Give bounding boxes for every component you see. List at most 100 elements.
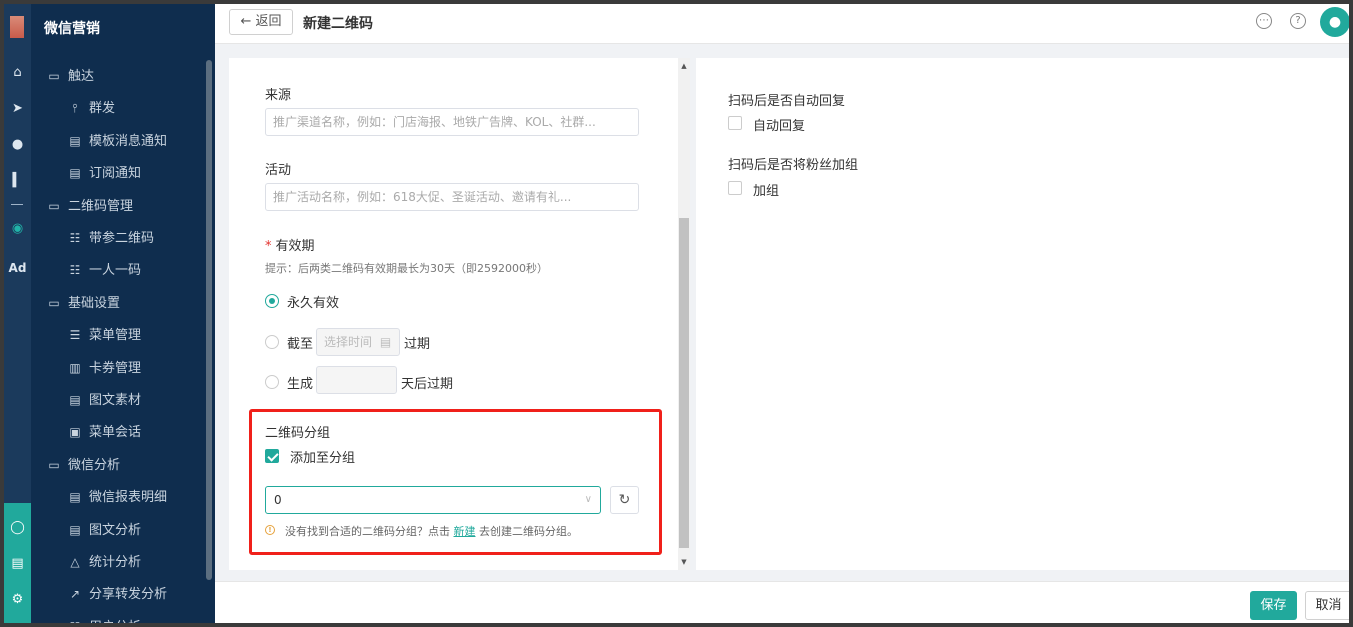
document-icon: ▤ bbox=[69, 490, 81, 504]
sidebar-item-label: 微信分析 bbox=[68, 458, 121, 473]
sidebar-item[interactable]: ▤ 模板消息通知 bbox=[31, 127, 201, 155]
sidebar-item-label: 基础设置 bbox=[68, 296, 121, 311]
sidebar-item-label: 群发 bbox=[89, 101, 116, 116]
sidebar-item-label: 模板消息通知 bbox=[89, 134, 168, 149]
radio-generate-label: 生成 bbox=[287, 377, 314, 392]
folder-icon: ▭ bbox=[48, 458, 60, 472]
icon-rail: ⌂ ➤ ● ▍ ◉ Ad ◯ ▤ ⚙ bbox=[4, 4, 31, 623]
server-icon[interactable]: ▤ bbox=[4, 555, 31, 573]
add-group-checkbox[interactable] bbox=[728, 181, 742, 195]
add-group-title: 扫码后是否将粉丝加组 bbox=[728, 158, 859, 173]
service-icon[interactable]: ◯ bbox=[4, 519, 31, 537]
wechat-icon[interactable]: ◉ bbox=[4, 220, 31, 238]
required-mark: * bbox=[265, 239, 272, 254]
until-date-placeholder: 选择时间 bbox=[324, 335, 373, 349]
folder-icon: ▭ bbox=[48, 69, 60, 83]
app-logo bbox=[10, 16, 24, 38]
sidebar-item[interactable]: ▤ 订阅通知 bbox=[31, 159, 201, 187]
sidebar-scrollbar[interactable] bbox=[206, 60, 212, 580]
sidebar-item[interactable]: ☰ 菜单管理 bbox=[31, 321, 201, 349]
auto-reply-title: 扫码后是否自动回复 bbox=[728, 94, 846, 109]
home-icon[interactable]: ⌂ bbox=[4, 64, 31, 82]
qrcode-icon: ☷ bbox=[69, 231, 81, 245]
sidebar-item-label: 卡券管理 bbox=[89, 361, 142, 376]
sidebar-item[interactable]: ☷ 一人一码 bbox=[31, 256, 201, 284]
sidebar-item[interactable]: ▭ 触达 bbox=[31, 62, 201, 90]
sidebar-item[interactable]: ☷ 带参二维码 bbox=[31, 224, 201, 252]
template-icon: ▤ bbox=[69, 134, 81, 148]
folder-icon: ▭ bbox=[48, 296, 60, 310]
sidebar-item-label: 菜单管理 bbox=[89, 328, 142, 343]
radio-until[interactable] bbox=[265, 335, 279, 349]
back-button[interactable]: ← 返回 bbox=[229, 9, 293, 35]
rail-divider bbox=[11, 204, 23, 205]
help-icon[interactable]: ? bbox=[1290, 13, 1306, 29]
settings-icon[interactable]: ⚙ bbox=[4, 591, 31, 609]
sidebar-item[interactable]: ☷ 用户分析 bbox=[31, 613, 201, 623]
document-icon: ▤ bbox=[69, 393, 81, 407]
coupon-icon: ▥ bbox=[69, 361, 81, 375]
radio-until-label: 截至 bbox=[287, 337, 314, 352]
sidebar-item[interactable]: ▤ 图文分析 bbox=[31, 516, 201, 544]
sidebar-item-label: 图文分析 bbox=[89, 523, 142, 538]
sidebar-item-label: 统计分析 bbox=[89, 555, 142, 570]
add-group-label: 加组 bbox=[753, 184, 780, 199]
ad-icon[interactable]: Ad bbox=[4, 259, 31, 277]
sidebar-item[interactable]: ▤ 微信报表明细 bbox=[31, 483, 201, 511]
back-label: 返回 bbox=[255, 14, 282, 29]
form-scrollbar[interactable]: ▲ ▼ bbox=[678, 58, 690, 570]
sidebar-item-label: 订阅通知 bbox=[89, 166, 142, 181]
radio-generate[interactable] bbox=[265, 375, 279, 389]
sidebar-item-label: 菜单会话 bbox=[89, 425, 142, 440]
brand-title: 微信营销 bbox=[44, 21, 100, 37]
qrcode-icon: ☷ bbox=[69, 263, 81, 277]
until-suffix: 过期 bbox=[404, 337, 431, 352]
send-icon[interactable]: ➤ bbox=[4, 100, 31, 118]
scroll-down-arrow[interactable]: ▼ bbox=[678, 558, 690, 566]
user-analysis-icon: ☷ bbox=[67, 613, 83, 623]
document-icon: ▤ bbox=[69, 523, 81, 537]
source-label: 来源 bbox=[265, 88, 292, 103]
sidebar-item[interactable]: ▤ 图文素材 bbox=[31, 386, 201, 414]
sidebar-item-label: 二维码管理 bbox=[68, 199, 134, 214]
sidebar-item[interactable]: ▣ 菜单会话 bbox=[31, 418, 201, 446]
avatar[interactable]: ● bbox=[1320, 7, 1349, 37]
scroll-up-arrow[interactable]: ▲ bbox=[678, 62, 690, 70]
sidebar-item[interactable]: ▭ 二维码管理 bbox=[31, 192, 201, 220]
sidebar-item-label: 带参二维码 bbox=[89, 231, 155, 246]
save-button[interactable]: 保存 bbox=[1250, 591, 1297, 620]
form-panel-right: 扫码后是否自动回复 自动回复 扫码后是否将粉丝加组 加组 bbox=[696, 58, 1349, 570]
source-input[interactable]: 推广渠道名称，例如：门店海报、地铁广告牌、KOL、社群... bbox=[265, 108, 639, 136]
scroll-thumb[interactable] bbox=[679, 218, 689, 548]
calendar-icon: ▤ bbox=[379, 335, 392, 349]
radio-forever[interactable] bbox=[265, 294, 279, 308]
stats-icon: △ bbox=[70, 555, 80, 569]
sidebar-item[interactable]: ▭ 基础设置 bbox=[31, 289, 201, 317]
chat-icon: ▣ bbox=[69, 425, 81, 439]
sidebar-item[interactable]: △ 统计分析 bbox=[31, 548, 201, 576]
sidebar-item-label: 分享转发分析 bbox=[89, 587, 168, 602]
generate-suffix: 天后过期 bbox=[401, 377, 454, 392]
sidebar-item[interactable]: ⫯ 群发 bbox=[31, 94, 201, 122]
form-panel-left: 来源 推广渠道名称，例如：门店海报、地铁广告牌、KOL、社群... 活动 推广活… bbox=[229, 58, 678, 570]
sidebar-item[interactable]: ▭ 微信分析 bbox=[31, 451, 201, 479]
activity-input[interactable]: 推广活动名称，例如：618大促、圣诞活动、邀请有礼... bbox=[265, 183, 639, 211]
sidebar-item[interactable]: ↗ 分享转发分析 bbox=[31, 580, 201, 608]
sidebar-item-label: 微信报表明细 bbox=[89, 490, 168, 505]
validity-hint: 提示：后两类二维码有效期最长为30天（即2592000秒） bbox=[265, 262, 548, 275]
user-icon[interactable]: ● bbox=[4, 136, 31, 154]
highlight-box bbox=[249, 409, 662, 555]
share-icon: ↗ bbox=[69, 587, 81, 601]
cancel-button[interactable]: 取消 bbox=[1305, 591, 1349, 620]
message-icon[interactable]: ⋯ bbox=[1256, 13, 1272, 29]
validity-label-text: 有效期 bbox=[275, 239, 315, 254]
rail-bottom-group: ◯ ▤ ⚙ bbox=[4, 503, 31, 623]
auto-reply-checkbox[interactable] bbox=[728, 116, 742, 130]
sidebar-item-label: 一人一码 bbox=[89, 263, 142, 278]
chart-icon[interactable]: ▍ bbox=[4, 172, 31, 190]
broadcast-icon: ⫯ bbox=[72, 101, 78, 115]
auto-reply-label: 自动回复 bbox=[753, 119, 806, 134]
days-input[interactable] bbox=[316, 366, 397, 394]
until-date-input[interactable]: 选择时间 ▤ bbox=[316, 328, 400, 356]
sidebar-item[interactable]: ▥ 卡券管理 bbox=[31, 354, 201, 382]
